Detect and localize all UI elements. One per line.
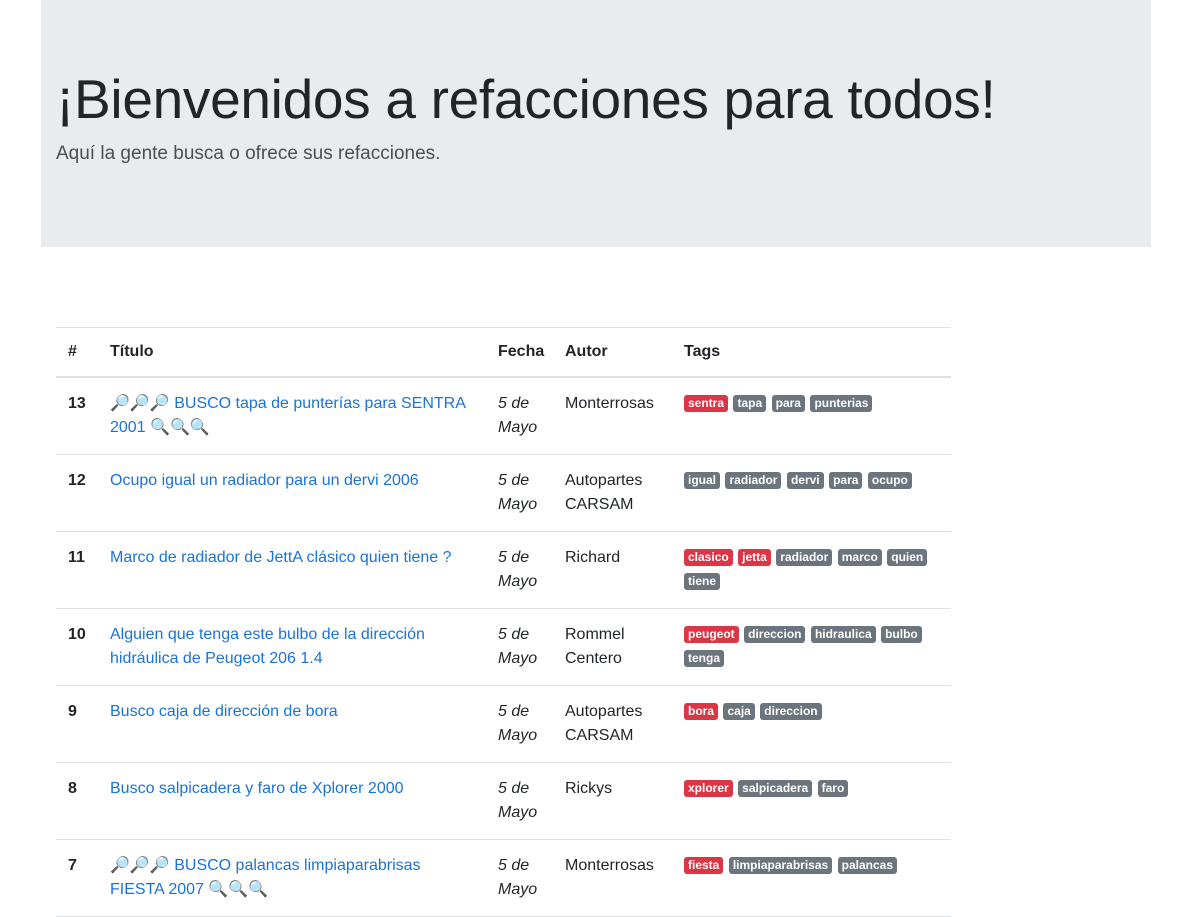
row-author: Monterrosas [565, 856, 654, 874]
table-row: 8 Busco salpicadera y faro de Xplorer 200… [56, 762, 951, 839]
row-date: 5 de Mayo [498, 779, 538, 821]
tag-badge[interactable]: caja [723, 702, 755, 720]
row-tags: sentra tapa para punterias [672, 377, 951, 455]
tag-badge[interactable]: punterias [810, 394, 873, 412]
row-tags: peugeot direccion hidraulica bulbo tenga [672, 608, 951, 685]
tag-badge-highlight[interactable]: sentra [684, 394, 729, 412]
tag-badge[interactable]: para [771, 394, 805, 412]
row-number: 11 [68, 548, 85, 566]
tag-badge[interactable]: hidraulica [810, 625, 876, 643]
tag-badge[interactable]: quien [887, 548, 928, 566]
table-row: 9 Busco caja de dirección de bora 5 de May… [56, 685, 951, 762]
tag-badge[interactable]: bulbo [881, 625, 922, 643]
tag-badge[interactable]: dervi [786, 471, 824, 489]
tag-badge[interactable]: palancas [837, 856, 898, 874]
row-title-cell: Marco de radiador de JettA clásico quien… [98, 531, 486, 608]
row-title-cell: Alguien que tenga este bulbo de la direc… [98, 608, 486, 685]
row-author: Monterrosas [565, 394, 654, 412]
row-number: 8 [68, 779, 77, 797]
page-title: ¡Bienvenidos a refacciones para todos! [56, 68, 996, 130]
tag-badge-highlight[interactable]: fiesta [684, 856, 724, 874]
post-title-link[interactable]: 🔎🔎🔎 BUSCO tapa de punterías para SENTRA … [110, 395, 465, 436]
tag-badge-highlight[interactable]: bora [684, 702, 719, 720]
table-row: 13 🔎🔎🔎 BUSCO tapa de punterías para SENTR… [56, 377, 951, 455]
row-tags: bora caja direccion [672, 685, 951, 762]
row-number: 9 [68, 702, 77, 720]
tag-badge[interactable]: direccion [760, 702, 822, 720]
tag-badge[interactable]: salpicadera [738, 779, 813, 797]
row-date: 5 de Mayo [498, 394, 538, 436]
posts-table: # Título Fecha Autor Tags 13 🔎🔎🔎 BUSCO ta… [56, 327, 951, 917]
post-title-link[interactable]: 🔎🔎🔎 BUSCO palancas limpiaparabrisas FIES… [110, 857, 421, 898]
tag-badge-highlight[interactable]: clasico [684, 548, 733, 566]
tag-badge[interactable]: radiador [725, 471, 782, 489]
row-title-cell: 🔎🔎🔎 BUSCO palancas limpiaparabrisas FIES… [98, 839, 486, 916]
tag-badge-highlight[interactable]: xplorer [684, 779, 733, 797]
header-title: Título [110, 342, 154, 360]
tag-badge[interactable]: radiador [776, 548, 833, 566]
posts-table-container: # Título Fecha Autor Tags 13 🔎🔎🔎 BUSCO ta… [56, 327, 951, 917]
post-title-link[interactable]: Busco caja de dirección de bora [110, 703, 338, 720]
row-author: Rommel Centero [565, 625, 625, 667]
row-number: 7 [68, 856, 77, 874]
tag-badge-highlight[interactable]: peugeot [684, 625, 739, 643]
jumbotron: ¡Bienvenidos a refacciones para todos! A… [41, 0, 1151, 247]
row-tags: xplorer salpicadera faro [672, 762, 951, 839]
row-title-cell: Busco salpicadera y faro de Xplorer 2000 [98, 762, 486, 839]
tag-badge[interactable]: ocupo [867, 471, 912, 489]
tag-badge[interactable]: para [829, 471, 863, 489]
row-number: 12 [68, 471, 86, 489]
row-author: Richard [565, 548, 621, 566]
page-lead: Aquí la gente busca o ofrece sus refacci… [56, 143, 441, 164]
tag-badge[interactable]: tenga [684, 649, 725, 667]
header-num: # [68, 342, 77, 360]
row-author: Rickys [565, 779, 613, 797]
row-date: 5 de Mayo [498, 702, 538, 744]
row-number: 13 [68, 394, 86, 412]
row-date: 5 de Mayo [498, 471, 538, 513]
post-title-link[interactable]: Busco salpicadera y faro de Xplorer 2000 [110, 780, 404, 797]
row-title-cell: Busco caja de dirección de bora [98, 685, 486, 762]
tag-badge[interactable]: igual [684, 471, 721, 489]
tag-badge[interactable]: tiene [684, 572, 721, 590]
row-date: 5 de Mayo [498, 856, 538, 898]
row-number: 10 [68, 625, 86, 643]
header-tags: Tags [684, 342, 721, 360]
tag-badge[interactable]: marco [837, 548, 882, 566]
post-title-link[interactable]: Alguien que tenga este bulbo de la direc… [110, 626, 425, 667]
row-tags: clasico jetta radiador marco quien tiene [672, 531, 951, 608]
row-date: 5 de Mayo [498, 625, 538, 667]
row-author: Autopartes CARSAM [565, 471, 643, 513]
row-tags: fiesta limpiaparabrisas palancas [672, 839, 951, 916]
table-row: 7 🔎🔎🔎 BUSCO palancas limpiaparabrisas FIE… [56, 839, 951, 916]
tag-badge[interactable]: faro [817, 779, 849, 797]
table-row: 10 Alguien que tenga este bulbo de la dir… [56, 608, 951, 685]
header-date: Fecha [498, 342, 545, 360]
tag-badge-highlight[interactable]: jetta [738, 548, 771, 566]
row-date: 5 de Mayo [498, 548, 538, 590]
table-row: 11 Marco de radiador de JettA clásico qui… [56, 531, 951, 608]
row-title-cell: 🔎🔎🔎 BUSCO tapa de punterías para SENTRA … [98, 377, 486, 455]
table-header-row: # Título Fecha Autor Tags [56, 327, 951, 377]
tag-badge[interactable]: tapa [733, 394, 767, 412]
post-title-link[interactable]: Marco de radiador de JettA clásico quien… [110, 549, 452, 566]
row-title-cell: Ocupo igual un radiador para un dervi 20… [98, 454, 486, 531]
tag-badge[interactable]: direccion [744, 625, 806, 643]
table-row: 12 Ocupo igual un radiador para un dervi … [56, 454, 951, 531]
post-title-link[interactable]: Ocupo igual un radiador para un dervi 20… [110, 472, 419, 489]
row-author: Autopartes CARSAM [565, 702, 643, 744]
row-tags: igual radiador dervi para ocupo [672, 454, 951, 531]
header-author: Autor [565, 342, 608, 360]
tag-badge[interactable]: limpiaparabrisas [728, 856, 833, 874]
